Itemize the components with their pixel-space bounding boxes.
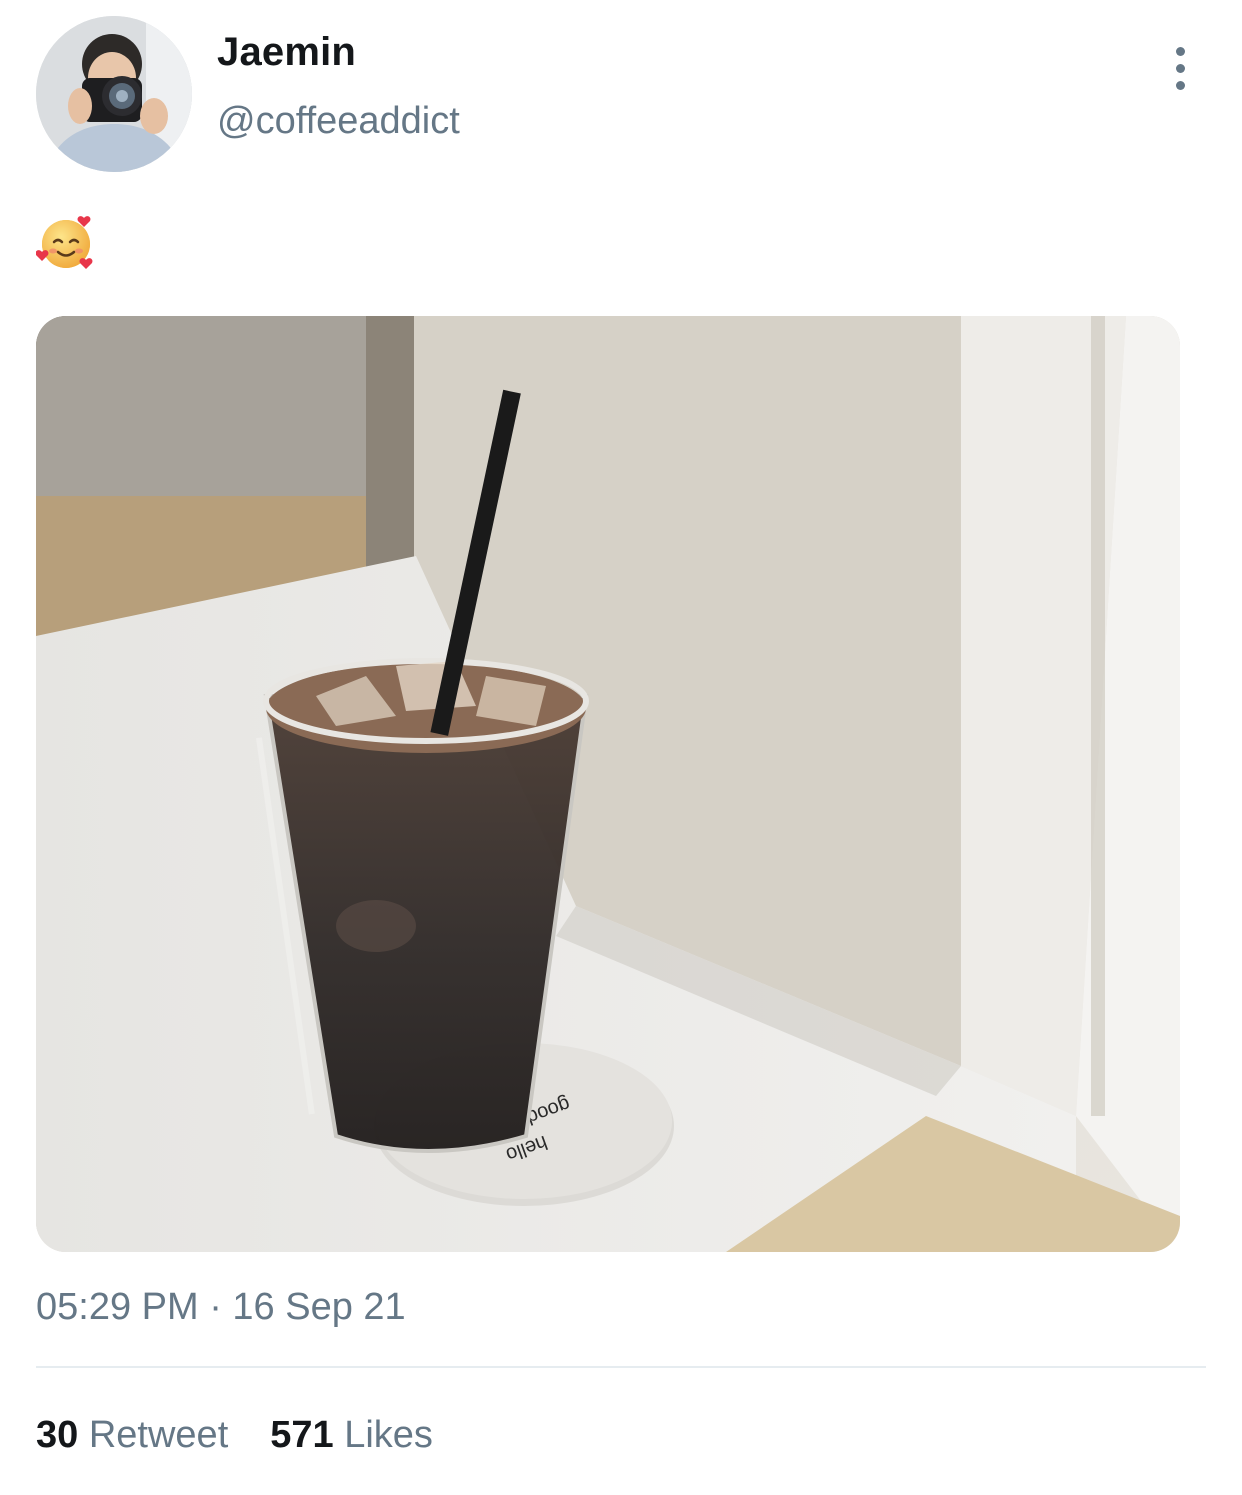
divider [36,1366,1206,1368]
tweet-text [35,212,96,272]
tweet-timestamp[interactable]: 05:29 PM · 16 Sep 21 [36,1286,406,1329]
tweet-image[interactable]: hello good [36,316,1180,1252]
retweets-label: Retweet [88,1414,229,1456]
author-name[interactable]: Jaemin [217,30,356,75]
likes-stat[interactable]: 571 Likes [270,1414,433,1457]
retweets-stat[interactable]: 30 Retweet [36,1414,228,1457]
more-options-button[interactable] [1160,40,1200,96]
avatar[interactable] [36,16,192,172]
tweet-stats: 30 Retweet 571 Likes [36,1414,433,1457]
vertical-ellipsis-icon [1175,46,1185,56]
vertical-ellipsis-icon-dot [1175,80,1185,90]
smiling-face-with-hearts-icon [35,216,93,269]
likes-count: 571 [270,1414,334,1456]
vertical-ellipsis-icon-dot [1175,63,1185,73]
retweets-count: 30 [36,1414,79,1456]
likes-label: Likes [344,1414,433,1456]
author-handle[interactable]: @coffeeaddict [217,100,460,143]
